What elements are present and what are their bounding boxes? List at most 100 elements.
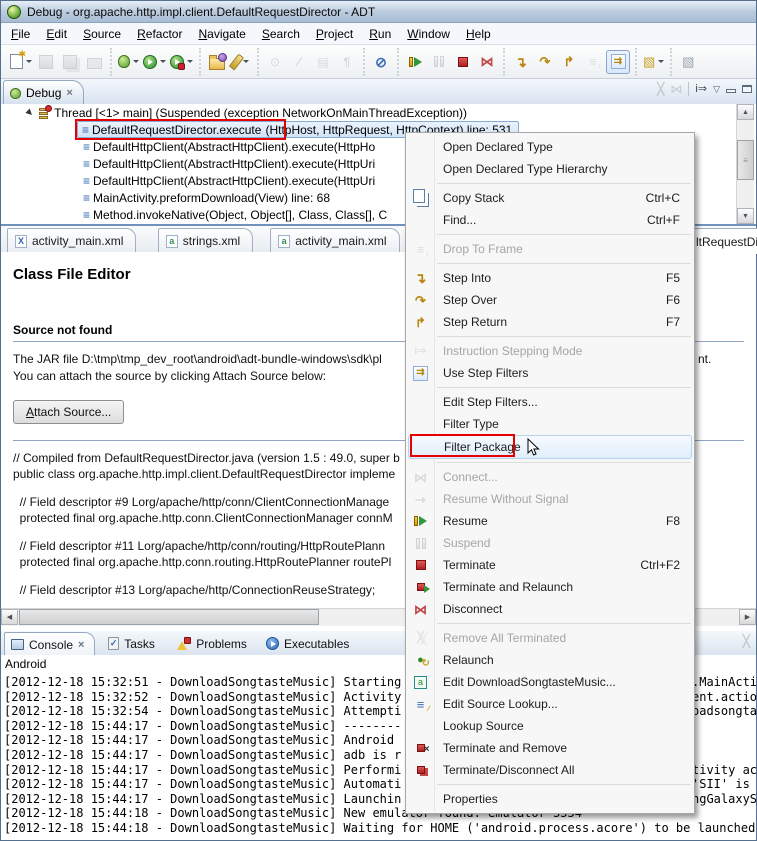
expand-icon[interactable]: ▶ — [25, 107, 36, 118]
context-menu-item-resume[interactable]: Resume F8 — [406, 510, 694, 532]
disconnect-icon[interactable]: ⋈ — [670, 83, 682, 95]
mark-occurrences-button[interactable]: ▧ — [642, 51, 665, 73]
pin-editor-button[interactable]: ⊙ — [264, 51, 286, 73]
tab-console[interactable]: Console × — [4, 632, 96, 656]
menu-refactor[interactable]: Refactor — [129, 24, 190, 44]
run-dropdown-icon[interactable] — [160, 60, 166, 63]
context-menu-item-use-step-filters[interactable]: ⇉ Use Step Filters — [406, 362, 694, 384]
context-menu-item-remove-all-terminated[interactable]: ╳ Remove All Terminated — [406, 627, 694, 649]
scroll-left-icon[interactable]: ◀ — [1, 609, 18, 625]
step-into-button[interactable]: ↴ — [510, 51, 532, 73]
context-menu-item-copy-stack[interactable]: Copy Stack Ctrl+C — [406, 187, 694, 209]
menu-search[interactable]: Search — [254, 24, 308, 44]
stack-frame-icon: ≡ — [82, 122, 89, 137]
suspend-button[interactable] — [428, 51, 450, 73]
clipped-button-button[interactable]: ▧ — [677, 51, 699, 73]
context-menu-item-open-declared-type-hierarchy[interactable]: Open Declared Type Hierarchy — [406, 158, 694, 180]
tab-strings-xml-1[interactable]: a strings.xml — [157, 228, 254, 253]
step-return-button[interactable]: ↱ — [558, 51, 580, 73]
tab-activity-main-xml-2[interactable]: a activity_main.xml — [270, 228, 400, 253]
context-menu-item-properties[interactable]: Properties — [406, 788, 694, 810]
scroll-right-icon[interactable]: ▶ — [739, 609, 756, 625]
resume-button[interactable] — [404, 51, 426, 73]
context-menu-item-resume-without-signal[interactable]: ⇢ Resume Without Signal — [406, 488, 694, 510]
context-menu-item-step-return[interactable]: ↱ Step Return F7 — [406, 311, 694, 333]
context-menu-item-terminate-and-remove[interactable]: × Terminate and Remove — [406, 737, 694, 759]
drop-to-frame-button[interactable]: ≡ ↓ — [582, 51, 604, 73]
tab-executables[interactable]: Executables — [260, 632, 359, 655]
maximize-icon[interactable] — [742, 85, 752, 93]
close-icon[interactable]: × — [66, 87, 72, 99]
run-external-tools-dropdown-icon[interactable] — [187, 60, 193, 63]
context-menu-item-step-into[interactable]: ↴ Step Into F5 — [406, 267, 694, 289]
scrollbar-thumb[interactable]: ≡ — [737, 140, 754, 180]
menu-file[interactable]: File — [3, 24, 38, 44]
context-menu-item-instruction-stepping-mode[interactable]: i⇒ Instruction Stepping Mode — [406, 340, 694, 362]
debug-tree-scrollbar[interactable]: ▲ ≡ ▼ — [736, 104, 754, 224]
new-wizard-button[interactable]: ✱ — [9, 49, 33, 73]
context-menu-item-find[interactable]: Find... Ctrl+F — [406, 209, 694, 231]
skip-all-breakpoints-button[interactable]: ⊘ — [370, 51, 392, 73]
context-menu-item-open-declared-type[interactable]: Open Declared Type — [406, 136, 694, 158]
tab-problems[interactable]: Problems — [171, 632, 257, 655]
close-icon[interactable]: × — [78, 639, 84, 651]
context-menu-item-suspend[interactable]: Suspend — [406, 532, 694, 554]
menu-source[interactable]: Source — [75, 24, 129, 44]
context-menu-item-terminate-disconnect-all[interactable]: Terminate/Disconnect All — [406, 759, 694, 781]
tab-defaultrequestdirector-partial[interactable]: ltRequestDi — [691, 228, 757, 254]
tab-debug[interactable]: Debug × — [3, 80, 84, 105]
search-button[interactable] — [228, 51, 252, 73]
next-annotation-button[interactable]: ∕ — [288, 51, 310, 73]
tab-tasks[interactable]: ✓ Tasks — [102, 632, 165, 655]
use-step-filters-button[interactable]: ⇉ — [606, 49, 630, 74]
remove-launch-icon[interactable]: ╳ — [743, 635, 750, 647]
print-button[interactable] — [83, 51, 105, 73]
context-menu-item-terminate-and-relaunch[interactable]: Terminate and Relaunch — [406, 576, 694, 598]
context-menu-item-edit-source-lookup[interactable]: ≡ ∕ Edit Source Lookup... — [406, 693, 694, 715]
tab-activity-main-xml-0[interactable]: Xactivity_main.xml — [7, 228, 137, 253]
scroll-down-icon[interactable]: ▼ — [737, 208, 754, 224]
last-edit-location-button[interactable]: ▤ — [312, 51, 334, 73]
disconnect-button[interactable]: ⋈ — [476, 51, 498, 73]
context-menu-item-disconnect[interactable]: ⋈ Disconnect — [406, 598, 694, 620]
context-menu-item-step-over[interactable]: ↷ Step Over F6 — [406, 289, 694, 311]
debug-dropdown-icon[interactable] — [133, 60, 139, 63]
context-menu-item-edit-step-filters[interactable]: Edit Step Filters... — [406, 391, 694, 413]
menu-navigate[interactable]: Navigate — [190, 24, 253, 44]
context-menu-item-connect[interactable]: ⋈ Connect... — [406, 466, 694, 488]
debug-button[interactable] — [117, 51, 140, 73]
context-menu-item-relaunch[interactable]: ● ↻ Relaunch — [406, 649, 694, 671]
save-all-button[interactable] — [59, 51, 81, 73]
new-wizard-dropdown-icon[interactable] — [26, 60, 32, 63]
save-button[interactable] — [35, 51, 57, 73]
console-line-text: [2012-12-18 15:44:17 - DownloadSongtaste… — [4, 747, 402, 762]
instruction-stepping-icon[interactable]: i⇒ — [695, 83, 707, 95]
view-menu-icon[interactable]: ▽ — [713, 84, 720, 94]
thread-row[interactable]: ▶ Thread [<1> main] (Suspended (exception… — [1, 104, 756, 121]
show-whitespace-button[interactable]: ¶ — [336, 51, 358, 73]
open-task-button[interactable] — [206, 51, 228, 73]
minimize-icon[interactable] — [726, 89, 736, 93]
scroll-up-icon[interactable]: ▲ — [737, 104, 754, 120]
terminate-button[interactable] — [452, 51, 474, 73]
context-menu-item-filter-package[interactable]: Filter Package — [408, 434, 692, 459]
menu-window[interactable]: Window — [399, 24, 458, 44]
attach-source-button[interactable]: Attach Source... — [13, 400, 125, 424]
menu-edit[interactable]: Edit — [38, 24, 75, 44]
run-button[interactable] — [142, 51, 167, 73]
context-menu-item-lookup-source[interactable]: Lookup Source — [406, 715, 694, 737]
scrollbar-thumb[interactable] — [19, 609, 319, 625]
context-menu-item-terminate[interactable]: Terminate Ctrl+F2 — [406, 554, 694, 576]
menu-run[interactable]: Run — [361, 24, 399, 44]
context-menu-item-filter-type[interactable]: Filter Type — [406, 413, 694, 435]
search-dropdown-icon[interactable] — [243, 60, 249, 63]
context-menu-item-drop-to-frame[interactable]: ≡ ↓ Drop To Frame — [406, 238, 694, 260]
remove-all-terminated-icon[interactable]: ╳ — [657, 83, 664, 95]
menu-help[interactable]: Help — [458, 24, 499, 44]
run-external-tools-button[interactable] — [169, 51, 194, 73]
context-menu-item-edit-downloadsongtastemusic[interactable]: a Edit DownloadSongtasteMusic... — [406, 671, 694, 693]
menu-item-shortcut: F5 — [665, 271, 680, 285]
mark-occurrences-dropdown-icon[interactable] — [658, 60, 665, 63]
menu-project[interactable]: Project — [308, 24, 361, 44]
step-over-button[interactable]: ↷ — [534, 51, 556, 73]
